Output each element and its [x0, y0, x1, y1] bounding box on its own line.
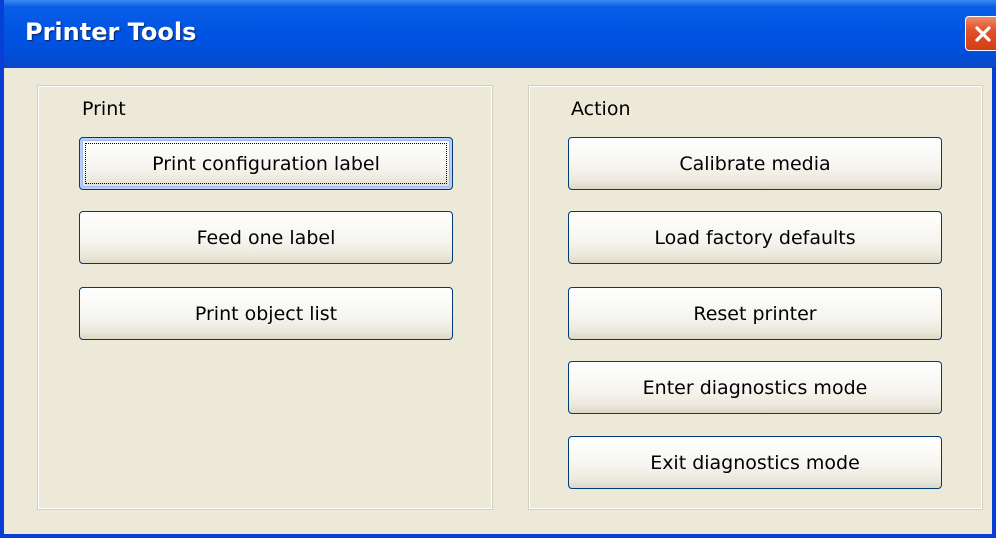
window-title: Printer Tools: [25, 18, 197, 46]
button-label: Reset printer: [693, 302, 817, 325]
load-factory-defaults-button[interactable]: Load factory defaults: [568, 211, 942, 264]
title-bar[interactable]: Printer Tools: [4, 0, 996, 69]
calibrate-media-button[interactable]: Calibrate media: [568, 137, 942, 190]
button-label: Print configuration label: [152, 152, 380, 175]
button-label: Feed one label: [196, 226, 336, 249]
print-group: Print Print configuration label Feed one…: [37, 85, 493, 510]
dialog-content: Print Print configuration label Feed one…: [4, 68, 992, 534]
close-button[interactable]: [965, 16, 996, 51]
feed-one-label-button[interactable]: Feed one label: [79, 211, 453, 264]
print-group-label: Print: [82, 98, 126, 120]
button-label: Load factory defaults: [654, 226, 856, 249]
button-label: Calibrate media: [679, 152, 831, 175]
print-object-list-button[interactable]: Print object list: [79, 287, 453, 340]
button-label: Exit diagnostics mode: [650, 451, 860, 474]
button-label: Enter diagnostics mode: [642, 376, 868, 399]
button-label: Print object list: [194, 302, 338, 325]
close-x-icon: [974, 25, 991, 42]
exit-diagnostics-mode-button[interactable]: Exit diagnostics mode: [568, 436, 942, 489]
print-configuration-label-button[interactable]: Print configuration label: [79, 137, 453, 190]
enter-diagnostics-mode-button[interactable]: Enter diagnostics mode: [568, 361, 942, 414]
reset-printer-button[interactable]: Reset printer: [568, 287, 942, 340]
action-group: Action Calibrate media Load factory defa…: [528, 85, 983, 510]
action-group-label: Action: [571, 98, 631, 120]
